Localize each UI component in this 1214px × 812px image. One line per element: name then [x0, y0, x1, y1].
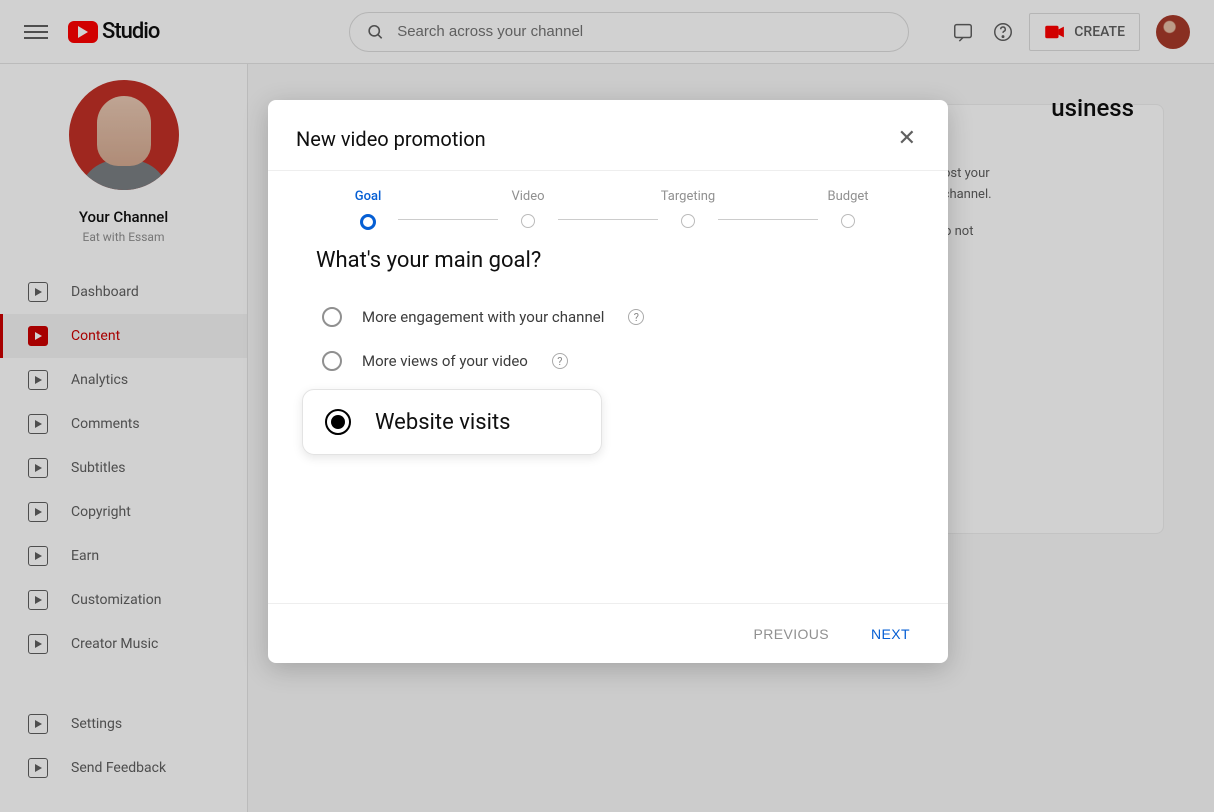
option-label: More views of your video: [362, 352, 528, 370]
sidebar-nav: Dashboard Content Analytics Comments Sub…: [0, 264, 247, 666]
step-video[interactable]: Video: [498, 189, 558, 228]
goal-option-website-visits[interactable]: Website visits: [302, 389, 602, 455]
radio-selected-icon: [325, 409, 351, 435]
sidebar-item-creator-music[interactable]: Creator Music: [0, 622, 247, 666]
step-dot-icon: [841, 214, 855, 228]
modal-stepper: Goal Video Targeting Budget: [268, 171, 948, 240]
sidebar-item-comments[interactable]: Comments: [0, 402, 247, 446]
nav-label: Earn: [71, 548, 99, 564]
step-label: Video: [511, 189, 544, 204]
step-label: Budget: [827, 189, 868, 204]
radio-icon: [322, 351, 342, 371]
menu-icon[interactable]: [24, 20, 48, 44]
step-budget[interactable]: Budget: [818, 189, 878, 228]
step-label: Targeting: [661, 189, 715, 204]
sidebar-item-copyright[interactable]: Copyright: [0, 490, 247, 534]
sidebar-item-feedback[interactable]: Send Feedback: [0, 746, 247, 790]
promotion-modal: New video promotion ✕ Goal Video Targeti…: [268, 100, 948, 663]
youtube-play-icon: [68, 21, 98, 43]
sidebar-item-dashboard[interactable]: Dashboard: [0, 270, 247, 314]
nav-label: Settings: [71, 716, 122, 732]
sidebar-item-content[interactable]: Content: [0, 314, 247, 358]
sidebar-item-customization[interactable]: Customization: [0, 578, 247, 622]
channel-avatar: [69, 80, 179, 190]
nav-label: Customization: [71, 592, 161, 608]
step-dot-icon: [360, 214, 376, 230]
help-icon[interactable]: ?: [552, 353, 568, 369]
goal-option-engagement[interactable]: More engagement with your channel ?: [322, 295, 900, 339]
nav-label: Send Feedback: [71, 760, 166, 776]
step-goal[interactable]: Goal: [338, 189, 398, 230]
background-title-fragment: usiness: [1051, 94, 1134, 122]
nav-label: Copyright: [71, 504, 131, 520]
step-dot-icon: [521, 214, 535, 228]
sidebar-item-settings[interactable]: Settings: [0, 702, 247, 746]
radio-icon: [322, 307, 342, 327]
studio-logo[interactable]: Studio: [68, 19, 159, 44]
sidebar-item-subtitles[interactable]: Subtitles: [0, 446, 247, 490]
search-input[interactable]: [397, 23, 892, 40]
modal-body: What's your main goal? More engagement w…: [268, 240, 948, 603]
create-label: CREATE: [1074, 24, 1125, 40]
search-bar[interactable]: [349, 12, 909, 52]
sidebar-item-analytics[interactable]: Analytics: [0, 358, 247, 402]
feedback-icon[interactable]: [943, 12, 983, 52]
close-icon[interactable]: ✕: [894, 124, 920, 154]
previous-button[interactable]: PREVIOUS: [747, 618, 835, 650]
modal-header: New video promotion ✕: [268, 100, 948, 171]
modal-footer: PREVIOUS NEXT: [268, 603, 948, 663]
search-icon: [366, 22, 385, 42]
modal-title: New video promotion: [296, 127, 486, 151]
create-button[interactable]: CREATE: [1029, 13, 1140, 51]
help-icon[interactable]: [983, 12, 1023, 52]
logo-text: Studio: [102, 19, 159, 44]
user-avatar[interactable]: [1156, 15, 1190, 49]
channel-name: Eat with Essam: [83, 230, 165, 244]
nav-label: Subtitles: [71, 460, 126, 476]
help-icon[interactable]: ?: [628, 309, 644, 325]
nav-label: Dashboard: [71, 284, 139, 300]
step-line: [718, 219, 818, 220]
nav-label: Comments: [71, 416, 140, 432]
step-dot-icon: [681, 214, 695, 228]
step-targeting[interactable]: Targeting: [658, 189, 718, 228]
step-line: [398, 219, 498, 220]
sidebar: Your Channel Eat with Essam Dashboard Co…: [0, 64, 248, 812]
step-line: [558, 219, 658, 220]
camera-icon: [1044, 24, 1066, 40]
app-header: Studio CREATE: [0, 0, 1214, 64]
channel-block[interactable]: Your Channel Eat with Essam: [0, 80, 247, 264]
modal-question: What's your main goal?: [316, 248, 900, 273]
channel-label: Your Channel: [79, 208, 168, 226]
option-label: More engagement with your channel: [362, 308, 604, 326]
nav-label: Content: [71, 328, 120, 344]
sidebar-item-earn[interactable]: Earn: [0, 534, 247, 578]
sidebar-footer: Settings Send Feedback: [0, 696, 247, 790]
option-label: Website visits: [375, 410, 511, 435]
nav-label: Creator Music: [71, 636, 158, 652]
step-label: Goal: [355, 189, 382, 204]
next-button[interactable]: NEXT: [865, 618, 916, 650]
goal-option-views[interactable]: More views of your video ?: [322, 339, 900, 383]
nav-label: Analytics: [71, 372, 128, 388]
